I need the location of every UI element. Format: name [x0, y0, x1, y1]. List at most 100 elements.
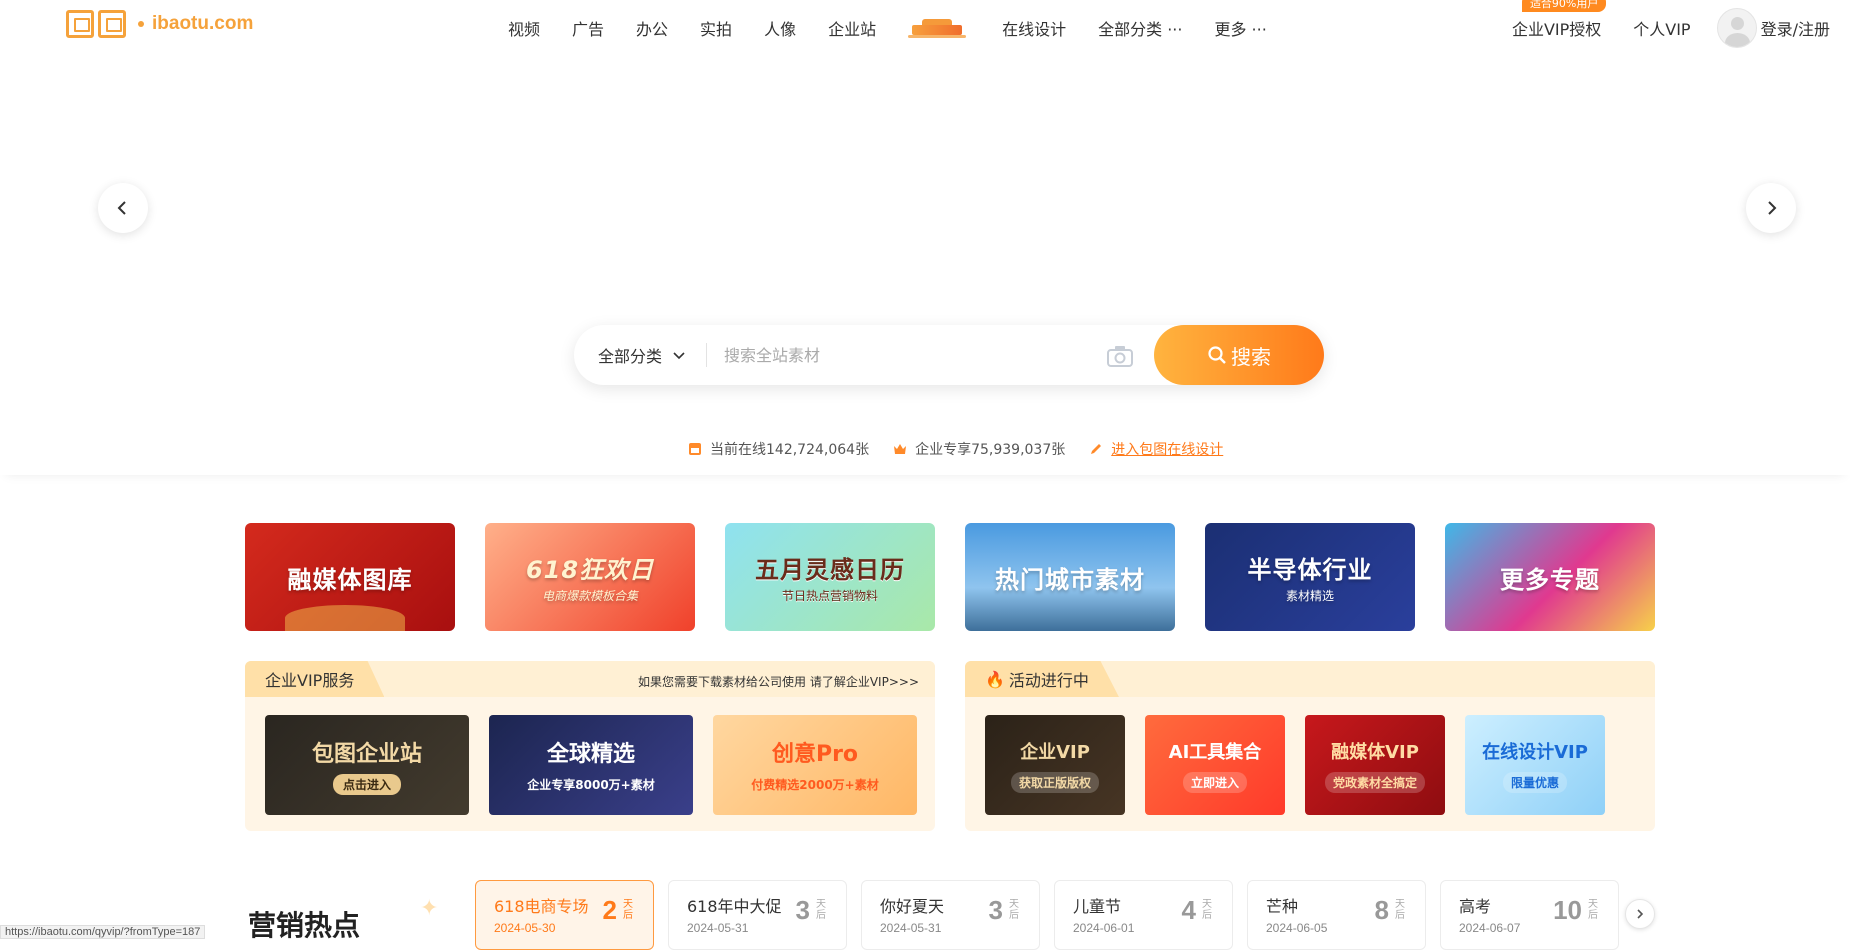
activity-card-title: 在线设计VIP [1482, 741, 1588, 763]
topic-card[interactable]: 五月灵感日历节日热点营销物料 [725, 523, 935, 631]
topic-title: 融媒体图库 [287, 565, 413, 594]
activity-card-subtitle: 获取正版版权 [1010, 771, 1099, 793]
stat-online-text: 当前在线142,724,064张 [710, 442, 870, 458]
enterprise-vip-panel: 企业VIP服务 如果您需要下载素材给公司使用 请了解企业VIP>>> 包图企业站… [245, 661, 935, 831]
topic-title: 更多专题 [1500, 565, 1600, 594]
avatar[interactable] [1716, 7, 1757, 48]
service-card-title: 全球精选 [546, 741, 635, 767]
enterprise-vip-note-link[interactable]: 如果您需要下载素材给公司使用 请了解企业VIP>>> [638, 673, 919, 690]
marketing-event-card[interactable]: 618电商专场 2024-05-30 2 天后 [475, 880, 654, 950]
vip-service-cards: 包图企业站 点击进入 全球精选 企业专享8000万+素材 创意Pro 付费精选2… [265, 715, 917, 815]
activity-card[interactable]: 融媒体VIP 党政素材全搞定 [1305, 715, 1445, 815]
event-days: 3 [988, 895, 1003, 925]
event-name: 芒种 [1266, 897, 1299, 916]
service-card[interactable]: 包图企业站 点击进入 [265, 715, 469, 815]
event-name: 618年中大促 [687, 897, 782, 916]
topic-card[interactable]: 更多专题 [1445, 523, 1655, 631]
sparkle-icon: ✦ [420, 896, 439, 921]
crown-icon [894, 444, 907, 454]
marketing-next-button[interactable] [1625, 899, 1655, 929]
marketing-events: 618电商专场 2024-05-30 2 天后 618年中大促 2024-05-… [475, 880, 1619, 950]
site-logo[interactable]: ibaotu.com [66, 10, 253, 38]
search-button[interactable]: 搜索 [1154, 325, 1324, 385]
panel-tab-label: 企业VIP服务 [265, 671, 355, 690]
nav-portrait[interactable]: 人像 [764, 16, 796, 40]
service-card-subtitle: 点击进入 [332, 773, 401, 795]
marketing-event-card[interactable]: 你好夏天 2024-05-31 3 天后 [861, 880, 1040, 950]
activity-card-subtitle: 立即进入 [1182, 771, 1247, 793]
event-date: 2024-05-31 [880, 921, 942, 935]
enterprise-vip-link[interactable]: 适合90%用户 企业VIP授权 [1511, 0, 1607, 40]
nav-ad[interactable]: 广告 [572, 16, 604, 40]
topic-title: 五月灵感日历 [755, 556, 905, 584]
marketing-event-card[interactable]: 618年中大促 2024-05-31 3 天后 [668, 880, 847, 950]
search-icon [1208, 346, 1226, 364]
topic-card[interactable]: 热门城市素材 [965, 523, 1175, 631]
nav-online-design[interactable]: 在线设计 [1002, 16, 1066, 40]
marketing-section-title: 营销热点 [248, 909, 361, 942]
panel-header: 🔥 活动进行中 [965, 661, 1655, 697]
topic-card[interactable]: 618狂欢日 电商爆款模板合集 [485, 523, 695, 631]
nav-more[interactable]: 更多 ··· [1214, 16, 1266, 40]
stat-enterprise: 企业专享75,939,037张 [893, 439, 1065, 459]
logo-dot [138, 21, 144, 27]
login-register-link[interactable]: 登录/注册 [1761, 16, 1830, 40]
hero-banner: 全部分类 搜索 当前在线142,724,064张 企业专享75,939,037张… [0, 55, 1850, 475]
nav-photo[interactable]: 实拍 [700, 16, 732, 40]
nav-all-categories[interactable]: 全部分类 ··· [1098, 16, 1182, 40]
nav-office[interactable]: 办公 [636, 16, 668, 40]
service-card[interactable]: 全球精选 企业专享8000万+素材 [489, 715, 693, 815]
nav-video[interactable]: 视频 [508, 16, 540, 40]
logo-domain: ibaotu.com [152, 13, 254, 34]
service-card[interactable]: 创意Pro 付费精选2000万+素材 [713, 715, 917, 815]
main-nav: 视频 广告 办公 实拍 人像 企业站 在线设计 全部分类 ··· 更多 ··· [508, 0, 1299, 55]
event-days-unit: 天后 [816, 899, 826, 921]
activity-card[interactable]: 企业VIP 获取正版版权 [985, 715, 1125, 815]
image-icon [689, 443, 701, 455]
activity-card-title: 企业VIP [1020, 741, 1090, 763]
activity-card[interactable]: AI工具集合 立即进入 [1145, 715, 1285, 815]
event-days-unit: 天后 [1395, 899, 1405, 921]
search-bar: 全部分类 搜索 [574, 325, 1324, 385]
enterprise-vip-label: 企业VIP授权 [1511, 19, 1602, 39]
search-divider [706, 343, 707, 367]
activity-card[interactable]: 在线设计VIP 限量优惠 [1465, 715, 1605, 815]
event-days: 10 [1553, 895, 1582, 925]
personal-vip-link[interactable]: 个人VIP [1633, 16, 1690, 40]
event-date: 2024-06-07 [1459, 921, 1521, 935]
topic-banners: 融媒体图库 618狂欢日 电商爆款模板合集 五月灵感日历节日热点营销物料 热门城市… [245, 523, 1655, 631]
stat-online: 当前在线142,724,064张 [688, 439, 869, 459]
chevron-down-icon [673, 352, 685, 360]
marketing-event-card[interactable]: 芒种 2024-06-05 8 天后 [1247, 880, 1426, 950]
status-bar-url: https://ibaotu.com/qyvip/?fromType=187 [0, 925, 206, 939]
topic-card[interactable]: 半导体行业 素材精选 [1205, 523, 1415, 631]
camera-icon[interactable] [1106, 345, 1134, 367]
event-name: 高考 [1459, 897, 1492, 916]
search-input[interactable] [724, 340, 1104, 370]
fire-icon: 🔥 [985, 669, 1005, 689]
event-days-unit: 天后 [1588, 899, 1598, 921]
topic-card[interactable]: 融媒体图库 [245, 523, 455, 631]
event-days: 3 [795, 895, 810, 925]
panel-header: 企业VIP服务 如果您需要下载素材给公司使用 请了解企业VIP>>> [245, 661, 935, 697]
promo-icon-body [912, 24, 963, 35]
event-days-unit: 天后 [623, 899, 633, 921]
logo-mark [66, 10, 126, 38]
top-header: ibaotu.com 视频 广告 办公 实拍 人像 企业站 在线设计 全部分类 … [0, 0, 1850, 55]
stat-enterprise-text: 企业专享75,939,037张 [915, 442, 1066, 458]
carousel-prev-button[interactable] [98, 183, 148, 233]
search-category-select[interactable]: 全部分类 [598, 325, 686, 385]
header-user-area: 适合90%用户 企业VIP授权 个人VIP 登录/注册 [1512, 0, 1850, 55]
activity-panel: 🔥 活动进行中 企业VIP 获取正版版权 AI工具集合 立即进入 融媒体VIP … [965, 661, 1655, 831]
marketing-event-card[interactable]: 儿童节 2024-06-01 4 天后 [1054, 880, 1233, 950]
carousel-next-button[interactable] [1746, 183, 1796, 233]
stat-design: 进入包图在线设计 [1089, 439, 1223, 459]
marketing-event-card[interactable]: 高考 2024-06-07 10 天后 [1440, 880, 1619, 950]
promo-icon-base [908, 34, 967, 38]
online-design-link[interactable]: 进入包图在线设计 [1111, 439, 1223, 459]
nav-enterprise-site[interactable]: 企业站 [828, 16, 876, 40]
topic-title-wrap: 五月灵感日历节日热点营销物料 [755, 550, 905, 604]
nav-promo-icon[interactable] [908, 17, 967, 39]
chevron-right-icon [1637, 909, 1644, 919]
topic-subtitle: 节日热点营销物料 [781, 589, 878, 603]
